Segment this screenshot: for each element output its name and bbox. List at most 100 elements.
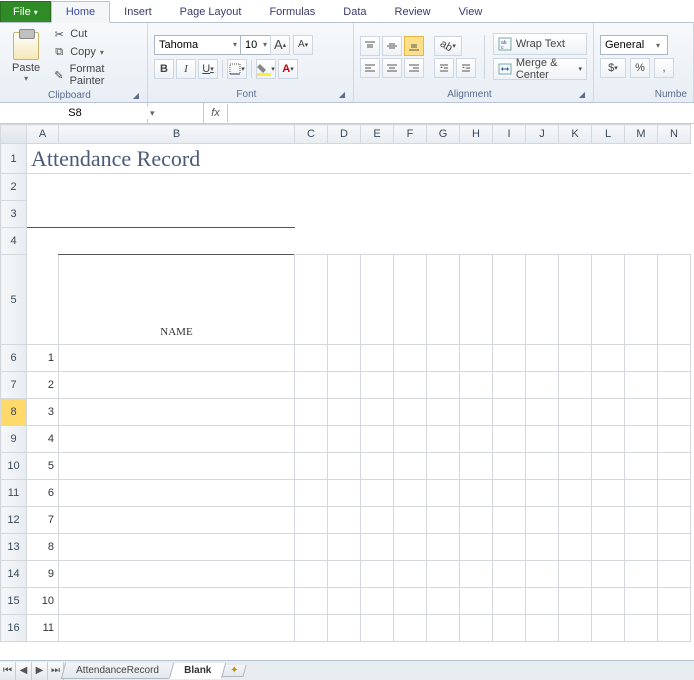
cell-F4[interactable]	[394, 228, 427, 255]
cell-J9[interactable]	[526, 426, 559, 453]
cell-J4[interactable]	[526, 228, 559, 255]
col-header-C[interactable]: C	[295, 125, 328, 144]
cell-C4[interactable]	[295, 228, 328, 255]
paste-button[interactable]: Paste ▾	[6, 26, 46, 88]
cell-F14[interactable]	[394, 561, 427, 588]
row-header-9[interactable]: 9	[1, 426, 27, 453]
cell-I5[interactable]	[493, 255, 526, 345]
sheet-tab-blank[interactable]: Blank	[169, 663, 227, 679]
cell-E7[interactable]	[361, 372, 394, 399]
cell-B5[interactable]: NAME	[59, 255, 295, 345]
cell-I14[interactable]	[493, 561, 526, 588]
cell-F10[interactable]	[394, 453, 427, 480]
cell-A16[interactable]: 11	[27, 615, 59, 642]
cell-J12[interactable]	[526, 507, 559, 534]
cell-C9[interactable]	[295, 426, 328, 453]
cell-H8[interactable]	[460, 399, 493, 426]
cell-N2[interactable]	[658, 174, 691, 201]
cell-D12[interactable]	[328, 507, 361, 534]
cell-A1[interactable]: Attendance Record	[27, 144, 691, 174]
tab-data[interactable]: Data	[329, 2, 380, 22]
copy-button[interactable]: ⧉ Copy ▾	[50, 44, 141, 60]
cell-G4[interactable]	[427, 228, 460, 255]
cell-M5[interactable]	[625, 255, 658, 345]
cell-A10[interactable]: 5	[27, 453, 59, 480]
italic-button[interactable]: I	[176, 59, 196, 79]
cell-I10[interactable]	[493, 453, 526, 480]
cell-M12[interactable]	[625, 507, 658, 534]
cell-D4[interactable]	[328, 228, 361, 255]
cell-C3[interactable]	[295, 201, 328, 228]
cell-I6[interactable]	[493, 345, 526, 372]
cell-K7[interactable]	[559, 372, 592, 399]
fill-color-button[interactable]: ▾	[256, 59, 276, 79]
comma-button[interactable]: ,	[654, 58, 674, 78]
cell-H3[interactable]	[460, 201, 493, 228]
row-header-3[interactable]: 3	[1, 201, 27, 228]
cell-I9[interactable]	[493, 426, 526, 453]
alignment-launcher[interactable]: ◢	[579, 90, 587, 99]
row-header-2[interactable]: 2	[1, 174, 27, 201]
cell-H9[interactable]	[460, 426, 493, 453]
cell-D2[interactable]	[328, 174, 361, 201]
cell-G16[interactable]	[427, 615, 460, 642]
cell-D8[interactable]	[328, 399, 361, 426]
cell-N10[interactable]	[658, 453, 691, 480]
cell-M7[interactable]	[625, 372, 658, 399]
underline-button[interactable]: U▾	[198, 59, 218, 79]
cell-I7[interactable]	[493, 372, 526, 399]
cell-I12[interactable]	[493, 507, 526, 534]
cell-N15[interactable]	[658, 588, 691, 615]
row-header-4[interactable]: 4	[1, 228, 27, 255]
cell-E15[interactable]	[361, 588, 394, 615]
cell-H5[interactable]	[460, 255, 493, 345]
cell-K4[interactable]	[559, 228, 592, 255]
cell-I13[interactable]	[493, 534, 526, 561]
cell-A4[interactable]	[27, 228, 59, 255]
tab-review[interactable]: Review	[381, 2, 445, 22]
cell-K12[interactable]	[559, 507, 592, 534]
cell-B12[interactable]	[59, 507, 295, 534]
cell-B3[interactable]	[59, 201, 295, 228]
grow-font-button[interactable]: A▴	[270, 35, 290, 55]
tab-home[interactable]: Home	[51, 1, 110, 23]
cell-J3[interactable]	[526, 201, 559, 228]
cell-E9[interactable]	[361, 426, 394, 453]
cell-C15[interactable]	[295, 588, 328, 615]
cell-G15[interactable]	[427, 588, 460, 615]
cell-L12[interactable]	[592, 507, 625, 534]
cell-C7[interactable]	[295, 372, 328, 399]
col-header-E[interactable]: E	[361, 125, 394, 144]
cell-K10[interactable]	[559, 453, 592, 480]
cell-K6[interactable]	[559, 345, 592, 372]
cell-K9[interactable]	[559, 426, 592, 453]
cell-E5[interactable]	[361, 255, 394, 345]
col-header-I[interactable]: I	[493, 125, 526, 144]
cell-B11[interactable]	[59, 480, 295, 507]
cell-E2[interactable]	[361, 174, 394, 201]
format-painter-button[interactable]: ✎ Format Painter	[50, 62, 141, 88]
cell-H11[interactable]	[460, 480, 493, 507]
cell-B16[interactable]	[59, 615, 295, 642]
align-bottom-button[interactable]	[404, 36, 424, 56]
cell-K5[interactable]	[559, 255, 592, 345]
cell-L16[interactable]	[592, 615, 625, 642]
cell-N14[interactable]	[658, 561, 691, 588]
cell-G2[interactable]	[427, 174, 460, 201]
col-header-J[interactable]: J	[526, 125, 559, 144]
grid[interactable]: ABCDEFGHIJKLMN1Attendance Record2345NAME…	[0, 124, 691, 642]
cell-F11[interactable]	[394, 480, 427, 507]
cell-N3[interactable]	[658, 201, 691, 228]
cell-G3[interactable]	[427, 201, 460, 228]
cell-M11[interactable]	[625, 480, 658, 507]
cell-J2[interactable]	[526, 174, 559, 201]
row-header-11[interactable]: 11	[1, 480, 27, 507]
cell-F15[interactable]	[394, 588, 427, 615]
cell-D14[interactable]	[328, 561, 361, 588]
align-center-button[interactable]	[382, 58, 402, 78]
cell-C13[interactable]	[295, 534, 328, 561]
cell-N6[interactable]	[658, 345, 691, 372]
align-top-button[interactable]	[360, 36, 380, 56]
row-header-8[interactable]: 8	[1, 399, 27, 426]
font-launcher[interactable]: ◢	[339, 90, 347, 99]
